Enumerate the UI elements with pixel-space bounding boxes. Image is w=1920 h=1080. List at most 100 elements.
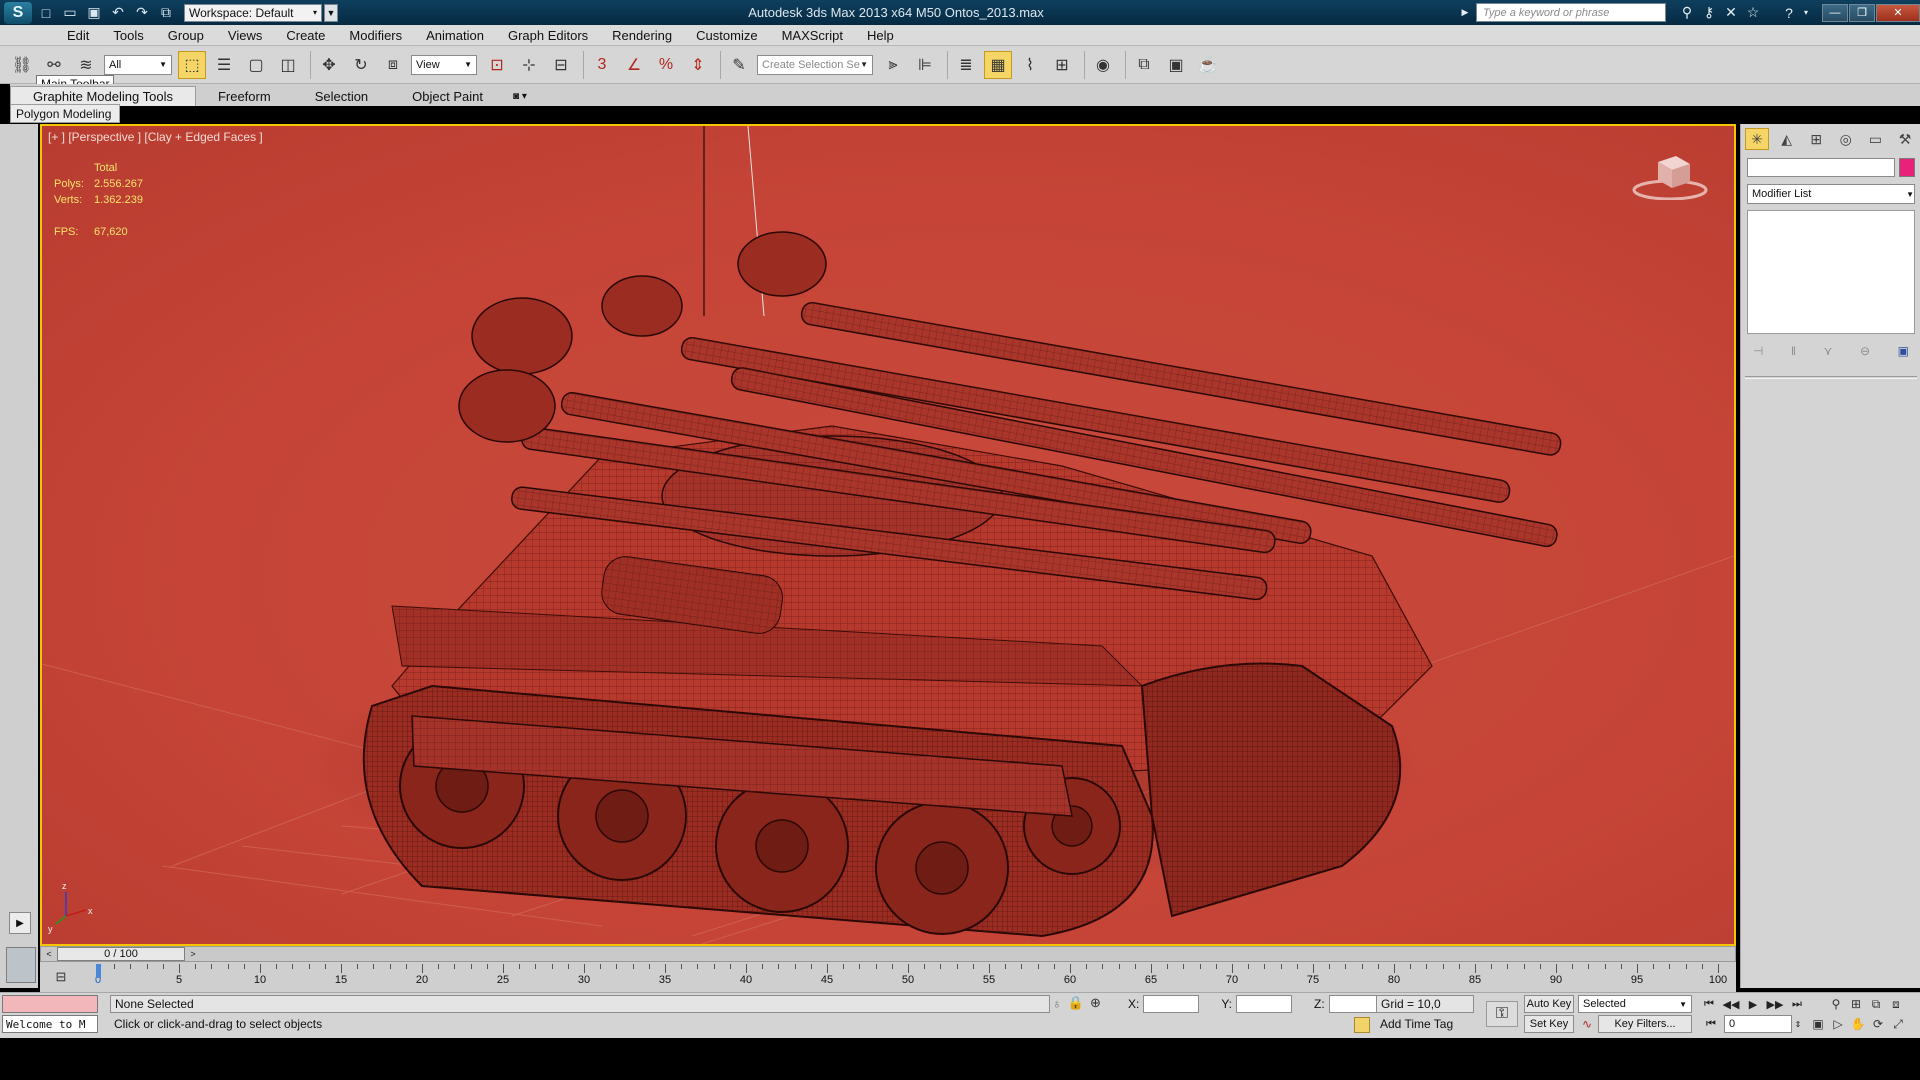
default-in-out-tangents-icon[interactable]: ∿ bbox=[1578, 1015, 1596, 1033]
zoom-extents-icon[interactable]: ⧉ bbox=[1866, 995, 1886, 1013]
previous-frame-icon[interactable]: ◀◀ bbox=[1720, 995, 1742, 1013]
time-slider-thumb[interactable]: 0 / 100 bbox=[57, 947, 185, 961]
tab-object-paint[interactable]: Object Paint bbox=[390, 86, 505, 106]
current-frame-field[interactable]: 0 bbox=[1724, 1015, 1792, 1033]
go-to-end-icon[interactable]: ⏭ bbox=[1786, 995, 1808, 1013]
keyboard-shortcut-override-icon[interactable]: ⊟ bbox=[547, 51, 575, 79]
align-icon[interactable]: ⊫ bbox=[911, 51, 939, 79]
pan-view-icon[interactable]: ✋ bbox=[1848, 1015, 1868, 1033]
perspective-viewport[interactable]: z x y [+ ] [Perspective ] [Clay + Edged F… bbox=[40, 124, 1736, 946]
time-slider[interactable]: < 0 / 100 > bbox=[40, 946, 1736, 962]
y-coordinate-field[interactable] bbox=[1236, 995, 1293, 1013]
project-folder-icon[interactable]: ⧉ bbox=[156, 3, 176, 23]
track-bar[interactable]: ⊟ 0 5 10 15 20 25 30 35 40 45 50 55 60 65 70 75 80 85 90 95… bbox=[40, 962, 1736, 992]
save-file-icon[interactable]: ▣ bbox=[84, 3, 104, 23]
expand-play-icon[interactable]: ▶ bbox=[9, 912, 31, 934]
workspace-dropdown[interactable]: Workspace: Default ▾ bbox=[184, 3, 322, 22]
motion-tab-icon[interactable]: ◎ bbox=[1834, 128, 1858, 150]
menu-customize[interactable]: Customize bbox=[684, 28, 769, 43]
make-unique-icon[interactable]: ⋎ bbox=[1824, 344, 1833, 358]
tab-graphite-modeling-tools[interactable]: Graphite Modeling Tools bbox=[10, 86, 196, 106]
menu-group[interactable]: Group bbox=[156, 28, 216, 43]
help-search-input[interactable]: Type a keyword or phrase bbox=[1476, 3, 1666, 22]
x-coordinate-field[interactable] bbox=[1143, 995, 1200, 1013]
auto-key-button[interactable]: Auto Key bbox=[1524, 995, 1574, 1013]
object-name-field[interactable] bbox=[1747, 158, 1895, 177]
next-frame-icon[interactable]: ▶▶ bbox=[1764, 995, 1786, 1013]
modifier-stack-list[interactable] bbox=[1747, 210, 1915, 334]
remove-modifier-icon[interactable]: ⊖ bbox=[1860, 344, 1870, 358]
snaps-toggle-icon[interactable]: 3 bbox=[588, 51, 616, 79]
set-keys-key-icon[interactable]: ⚿ bbox=[1486, 1001, 1518, 1027]
configure-modifier-sets-icon[interactable]: ▣ bbox=[1898, 344, 1909, 358]
create-tab-icon[interactable]: ✳ bbox=[1745, 128, 1769, 150]
maximize-button[interactable]: ❐ bbox=[1849, 3, 1875, 22]
rectangular-selection-icon[interactable]: ▢ bbox=[242, 51, 270, 79]
ribbon-options-dropdown[interactable]: ◙ ▾ bbox=[505, 86, 535, 106]
go-to-start-icon[interactable]: ⏮ bbox=[1698, 995, 1720, 1013]
tab-selection[interactable]: Selection bbox=[293, 86, 390, 106]
mini-curve-editor-button[interactable] bbox=[6, 947, 36, 983]
play-icon[interactable]: ▶ bbox=[1742, 995, 1764, 1013]
graphite-toggle-icon[interactable]: ▦ bbox=[984, 50, 1012, 79]
communication-center-icon[interactable]: ✕ bbox=[1720, 3, 1742, 23]
angle-snap-icon[interactable]: ∠ bbox=[620, 51, 648, 79]
time-tag-icon[interactable] bbox=[1354, 1017, 1370, 1033]
help-dropdown-icon[interactable]: ▾ bbox=[1800, 3, 1812, 23]
rendered-frame-window-icon[interactable]: ▣ bbox=[1162, 51, 1190, 79]
viewport-label-menu[interactable]: [+ ] [Perspective ] [Clay + Edged Faces … bbox=[48, 130, 263, 144]
quick-access-customize-button[interactable]: ▼ bbox=[324, 3, 338, 22]
viewcube-icon[interactable] bbox=[1632, 152, 1708, 200]
application-button[interactable]: S bbox=[0, 0, 36, 25]
time-configuration-icon[interactable]: ▣ bbox=[1808, 1015, 1828, 1033]
pivot-center-icon[interactable]: ⊡ bbox=[483, 51, 511, 79]
expand-icon[interactable]: ▶ bbox=[1454, 3, 1476, 23]
favorites-star-icon[interactable]: ☆ bbox=[1742, 3, 1764, 23]
select-and-scale-icon[interactable]: ⧈ bbox=[379, 51, 407, 79]
selection-lock-icon[interactable]: 🔒 bbox=[1068, 995, 1084, 1011]
time-slider-prev[interactable]: < bbox=[43, 947, 55, 961]
menu-create[interactable]: Create bbox=[274, 28, 337, 43]
menu-rendering[interactable]: Rendering bbox=[600, 28, 684, 43]
menu-help[interactable]: Help bbox=[855, 28, 906, 43]
select-and-move-icon[interactable]: ✥ bbox=[315, 51, 343, 79]
material-editor-icon[interactable]: ◉ bbox=[1089, 51, 1117, 79]
menu-tools[interactable]: Tools bbox=[101, 28, 155, 43]
menu-views[interactable]: Views bbox=[216, 28, 274, 43]
key-mode-toggle-icon[interactable]: ⏮ bbox=[1700, 1015, 1722, 1033]
select-and-link-icon[interactable]: ⛓ bbox=[8, 51, 36, 79]
menu-animation[interactable]: Animation bbox=[414, 28, 496, 43]
select-and-rotate-icon[interactable]: ↻ bbox=[347, 51, 375, 79]
modifier-list-dropdown[interactable]: Modifier List ▼ bbox=[1747, 184, 1915, 204]
frame-spinner-icon[interactable]: ⇕ bbox=[1792, 1015, 1804, 1033]
pin-stack-icon[interactable]: ⊣ bbox=[1753, 344, 1763, 358]
reference-coordinate-dropdown[interactable]: View ▼ bbox=[411, 54, 477, 75]
selection-filter-dropdown[interactable]: All ▼ bbox=[104, 54, 172, 75]
zoom-all-icon[interactable]: ⊞ bbox=[1846, 995, 1866, 1013]
open-file-icon[interactable]: ▭ bbox=[60, 3, 80, 23]
render-production-icon[interactable]: ☕ bbox=[1194, 51, 1222, 79]
zoom-icon[interactable]: ⚲ bbox=[1826, 995, 1846, 1013]
select-by-name-icon[interactable]: ☰ bbox=[210, 51, 238, 79]
menu-maxscript[interactable]: MAXScript bbox=[770, 28, 855, 43]
key-filters-button[interactable]: Key Filters... bbox=[1598, 1015, 1692, 1033]
orbit-icon[interactable]: ⟳ bbox=[1868, 1015, 1888, 1033]
add-time-tag-button[interactable]: Add Time Tag bbox=[1376, 1015, 1474, 1033]
schematic-view-icon[interactable]: ⊞ bbox=[1048, 51, 1076, 79]
minimize-button[interactable]: — bbox=[1822, 3, 1848, 22]
time-slider-next[interactable]: > bbox=[187, 947, 199, 961]
modify-tab-icon[interactable]: ◭ bbox=[1775, 128, 1799, 150]
maxscript-listener-field[interactable] bbox=[2, 995, 98, 1013]
subscription-icon[interactable]: ⚷ bbox=[1698, 3, 1720, 23]
help-icon[interactable]: ? bbox=[1778, 3, 1800, 23]
curve-editor-icon[interactable]: ⌇ bbox=[1016, 51, 1044, 79]
object-color-swatch[interactable] bbox=[1899, 158, 1915, 177]
key-mode-dropdown[interactable]: Selected ▼ bbox=[1578, 995, 1692, 1013]
layer-manager-icon[interactable]: ≣ bbox=[952, 51, 980, 79]
maximize-viewport-icon[interactable]: ⤢ bbox=[1888, 1015, 1908, 1033]
close-button[interactable]: ✕ bbox=[1876, 3, 1920, 22]
render-setup-icon[interactable]: ⧉ bbox=[1130, 51, 1158, 79]
maxscript-mini-listener[interactable]: Welcome to M bbox=[2, 1015, 98, 1033]
set-key-button[interactable]: Set Key bbox=[1524, 1015, 1574, 1033]
edit-named-selection-icon[interactable]: ✎ bbox=[725, 51, 753, 79]
